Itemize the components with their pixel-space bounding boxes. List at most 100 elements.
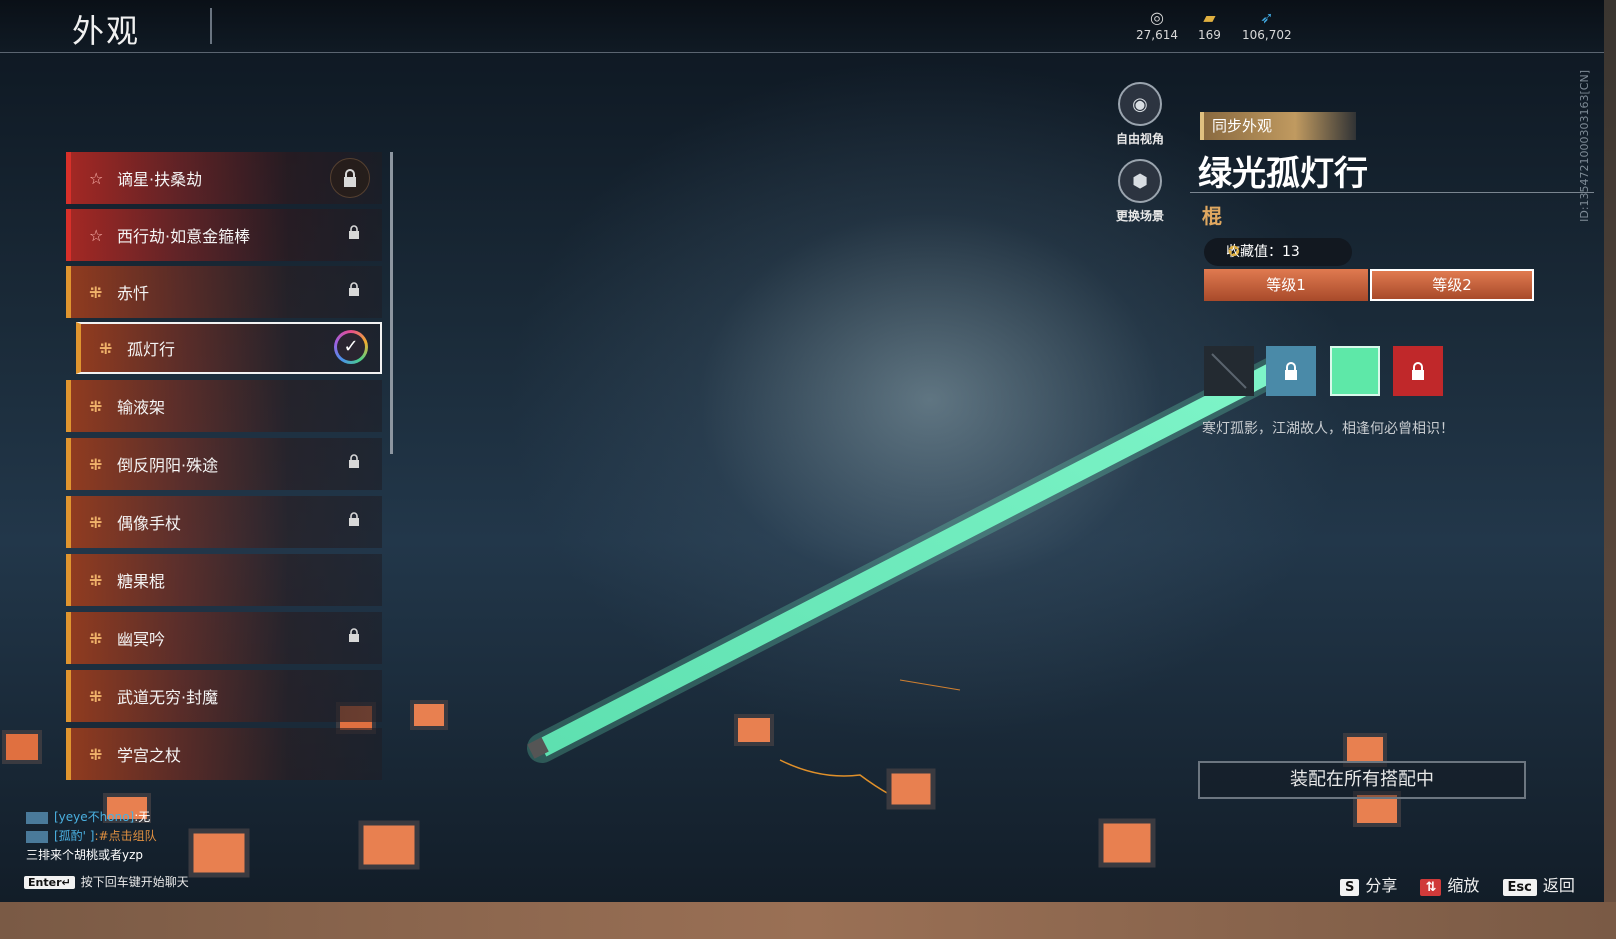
lantern-decoration bbox=[734, 714, 774, 746]
list-item[interactable]: ⁜ 赤忏 bbox=[66, 266, 382, 318]
lock-icon bbox=[349, 282, 359, 296]
chat-text: :无 bbox=[134, 810, 151, 824]
enter-key-label: Enter bbox=[28, 876, 62, 889]
list-item-label: 幽冥吟 bbox=[117, 630, 166, 649]
collect-icon: ✪ bbox=[1228, 244, 1240, 260]
color-swatch-none[interactable] bbox=[1204, 346, 1254, 396]
currency-feather-value: 106,702 bbox=[1242, 28, 1292, 42]
lock-icon bbox=[330, 158, 370, 198]
esc-key: Esc bbox=[1502, 879, 1537, 896]
cross-icon: ⁜ bbox=[99, 338, 113, 358]
lantern-decoration bbox=[358, 820, 420, 870]
lantern-decoration bbox=[886, 768, 936, 810]
share-hotkey[interactable]: S 分享 bbox=[1340, 872, 1397, 896]
list-item-label: 赤忏 bbox=[117, 284, 150, 303]
lantern-decoration bbox=[2, 730, 42, 764]
free-view-button[interactable]: ◉ 自由视角 bbox=[1098, 82, 1182, 147]
free-view-label: 自由视角 bbox=[1115, 132, 1164, 146]
cross-icon: ⁜ bbox=[89, 396, 103, 416]
share-label: 分享 bbox=[1365, 876, 1398, 895]
list-item-label: 谪星·扶桑劫 bbox=[117, 170, 203, 189]
frame-bottom bbox=[0, 902, 1616, 939]
zoom-hotkey[interactable]: ⇅ 缩放 bbox=[1420, 872, 1479, 896]
list-item[interactable]: ⁜ 倒反阴阳·殊途 bbox=[66, 438, 382, 490]
change-scene-label: 更换场景 bbox=[1115, 209, 1164, 223]
color-swatch-blue[interactable] bbox=[1266, 346, 1316, 396]
color-swatch-red[interactable] bbox=[1393, 346, 1443, 396]
list-item-selected[interactable]: ⁜ 孤灯行 ✓ bbox=[76, 322, 382, 374]
chat-text[interactable]: :#点击组队 bbox=[94, 829, 156, 843]
cross-icon: ⁜ bbox=[89, 628, 103, 648]
list-item[interactable]: ☆ 谪星·扶桑劫 bbox=[66, 152, 382, 204]
enter-hint-text: 按下回车键开始聊天 bbox=[80, 875, 189, 889]
lantern-decoration bbox=[188, 828, 250, 878]
collect-value-badge: ✪ 收藏值：13 bbox=[1204, 238, 1352, 266]
cross-icon: ⁜ bbox=[89, 570, 103, 590]
chat-text: 三排来个胡桃或者yzp bbox=[26, 848, 144, 862]
zoom-key-icon: ⇅ bbox=[1420, 879, 1442, 896]
cube-icon: ⬢ bbox=[1118, 159, 1162, 203]
level-2-tab[interactable]: 等级2 bbox=[1370, 269, 1534, 301]
item-name: 绿光孤灯行 bbox=[1198, 154, 1368, 194]
list-item[interactable]: ☆ 西行劫·如意金箍棒 bbox=[66, 209, 382, 261]
currency-coin[interactable]: ◎ 27,614 bbox=[1136, 8, 1178, 42]
chat-box[interactable]: [yeye不hono]:无 [孤酌' ]:#点击组队 三排来个胡桃或者yzp bbox=[26, 808, 157, 865]
currency-feather[interactable]: ➶ 106,702 bbox=[1242, 8, 1292, 42]
list-item-label: 倒反阴阳·殊途 bbox=[117, 456, 219, 475]
camera-icon: ◉ bbox=[1118, 82, 1162, 126]
sync-appearance-tag[interactable]: 同步外观 bbox=[1200, 112, 1356, 140]
star-icon: ☆ bbox=[89, 168, 104, 188]
zoom-label: 缩放 bbox=[1447, 876, 1480, 895]
star-icon: ☆ bbox=[89, 225, 104, 245]
lantern-decoration bbox=[410, 700, 448, 730]
list-item[interactable]: ⁜ 学宫之杖 bbox=[66, 728, 382, 780]
list-item[interactable]: ⁜ 武道无穷·封魔 bbox=[66, 670, 382, 722]
lock-icon bbox=[1285, 362, 1297, 380]
lock-icon bbox=[349, 225, 359, 239]
team-icon bbox=[26, 830, 48, 843]
feather-icon: ➶ bbox=[1260, 8, 1274, 27]
chat-message: [yeye不hono]:无 bbox=[26, 808, 157, 827]
equipped-check-icon: ✓ bbox=[334, 330, 368, 364]
cross-icon: ⁜ bbox=[89, 512, 103, 532]
list-item-label: 偶像手杖 bbox=[117, 514, 182, 533]
name-divider bbox=[1190, 192, 1594, 193]
currency-gold-value: 169 bbox=[1198, 28, 1221, 42]
cross-icon: ⁜ bbox=[89, 282, 103, 302]
list-scrollbar[interactable] bbox=[390, 152, 393, 454]
title-divider bbox=[210, 8, 212, 44]
cross-icon: ⁜ bbox=[89, 744, 103, 764]
hotkey-bar: S 分享 ⇅ 缩放 Esc 返回 bbox=[1340, 872, 1593, 896]
chat-enter-hint[interactable]: Enter↵ 按下回车键开始聊天 bbox=[24, 873, 189, 890]
lantern-decoration bbox=[1098, 818, 1156, 868]
level-1-tab[interactable]: 等级1 bbox=[1204, 269, 1368, 301]
cross-icon: ⁜ bbox=[89, 686, 103, 706]
list-item-label: 孤灯行 bbox=[127, 340, 176, 359]
page-title: 外观 bbox=[72, 12, 141, 50]
list-item-label: 西行劫·如意金箍棒 bbox=[117, 227, 251, 246]
list-item[interactable]: ⁜ 输液架 bbox=[66, 380, 382, 432]
change-scene-button[interactable]: ⬢ 更换场景 bbox=[1098, 159, 1182, 224]
back-hotkey[interactable]: Esc 返回 bbox=[1502, 872, 1575, 896]
list-item[interactable]: ⁜ 偶像手杖 bbox=[66, 496, 382, 548]
enter-key-icon: Enter↵ bbox=[24, 876, 75, 889]
chat-message: [孤酌' ]:#点击组队 bbox=[26, 827, 157, 846]
color-swatch-green[interactable] bbox=[1330, 346, 1380, 396]
list-item[interactable]: ⁜ 幽冥吟 bbox=[66, 612, 382, 664]
team-icon bbox=[26, 811, 48, 824]
chat-sender[interactable]: [孤酌' ] bbox=[54, 829, 94, 843]
player-id: ID:1354721000303163[CN] bbox=[1578, 70, 1591, 222]
lock-icon bbox=[349, 454, 359, 468]
lock-icon bbox=[1412, 362, 1424, 380]
list-item-label: 学宫之杖 bbox=[117, 746, 182, 765]
list-item-label: 输液架 bbox=[117, 398, 166, 417]
item-description: 寒灯孤影，江湖故人，相逢何必曾相识！ bbox=[1202, 421, 1454, 437]
list-item[interactable]: ⁜ 糖果棍 bbox=[66, 554, 382, 606]
gold-ingot-icon: ▰ bbox=[1203, 8, 1216, 27]
appearance-list[interactable]: ☆ 谪星·扶桑劫 ☆ 西行劫·如意金箍棒 ⁜ 赤忏 ⁜ 孤灯行 ✓ ⁜ 输液架 … bbox=[66, 150, 386, 800]
chat-sender[interactable]: [yeye不hono] bbox=[54, 810, 134, 824]
currency-gold[interactable]: ▰ 169 bbox=[1198, 8, 1221, 42]
frame-right bbox=[1604, 0, 1616, 939]
chat-message: 三排来个胡桃或者yzp bbox=[26, 846, 157, 865]
equip-all-button[interactable]: 装配在所有搭配中 bbox=[1198, 761, 1526, 799]
